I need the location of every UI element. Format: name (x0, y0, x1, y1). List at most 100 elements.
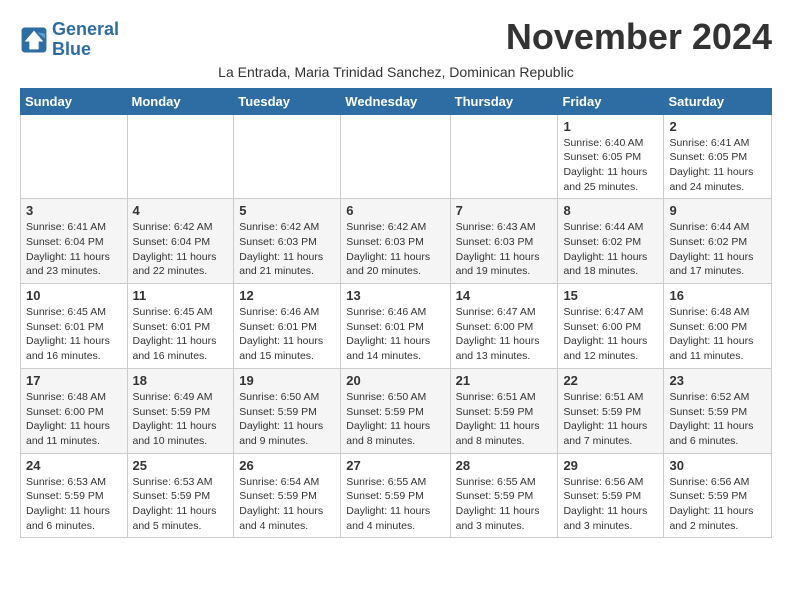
header-day-thursday: Thursday (450, 88, 558, 114)
day-cell: 10Sunrise: 6:45 AM Sunset: 6:01 PM Dayli… (21, 284, 128, 369)
day-number: 29 (563, 458, 658, 473)
header-row: SundayMondayTuesdayWednesdayThursdayFrid… (21, 88, 772, 114)
day-cell: 23 Sunrise: 6:52 AM Sunset: 5:59 PM Dayli… (664, 368, 772, 453)
day-cell: 25Sunrise: 6:53 AM Sunset: 5:59 PM Dayli… (127, 453, 234, 538)
day-cell: 14 Sunrise: 6:47 AM Sunset: 6:00 PM Dayli… (450, 284, 558, 369)
header-day-saturday: Saturday (664, 88, 772, 114)
day-number: 1 (563, 119, 658, 134)
month-title: November 2024 (506, 16, 772, 58)
day-cell (450, 114, 558, 199)
day-number: 15 (563, 288, 658, 303)
day-info: Sunrise: 6:46 AM Sunset: 6:01 PM Dayligh… (239, 305, 335, 364)
day-cell: 4Sunrise: 6:42 AM Sunset: 6:04 PM Daylig… (127, 199, 234, 284)
day-number: 4 (133, 203, 229, 218)
day-cell: 17 Sunrise: 6:48 AM Sunset: 6:00 PM Dayli… (21, 368, 128, 453)
day-cell: 9 Sunrise: 6:44 AM Sunset: 6:02 PM Daylig… (664, 199, 772, 284)
day-info: Sunrise: 6:42 AM Sunset: 6:03 PM Dayligh… (239, 220, 335, 279)
day-cell: 3 Sunrise: 6:41 AM Sunset: 6:04 PM Daylig… (21, 199, 128, 284)
day-info: Sunrise: 6:49 AM Sunset: 5:59 PM Dayligh… (133, 390, 229, 449)
day-info: Sunrise: 6:53 AM Sunset: 5:59 PM Dayligh… (26, 475, 122, 534)
day-number: 23 (669, 373, 766, 388)
day-cell: 24Sunrise: 6:53 AM Sunset: 5:59 PM Dayli… (21, 453, 128, 538)
week-row-4: 24Sunrise: 6:53 AM Sunset: 5:59 PM Dayli… (21, 453, 772, 538)
day-cell: 11 Sunrise: 6:45 AM Sunset: 6:01 PM Dayli… (127, 284, 234, 369)
day-number: 11 (133, 288, 229, 303)
day-info: Sunrise: 6:45 AM Sunset: 6:01 PM Dayligh… (133, 305, 229, 364)
day-cell: 1 Sunrise: 6:40 AM Sunset: 6:05 PM Daylig… (558, 114, 664, 199)
logo-line2: Blue (52, 39, 91, 59)
day-number: 14 (456, 288, 553, 303)
day-number: 18 (133, 373, 229, 388)
day-number: 27 (346, 458, 444, 473)
day-info: Sunrise: 6:46 AM Sunset: 6:01 PM Dayligh… (346, 305, 444, 364)
day-cell: 22 Sunrise: 6:51 AM Sunset: 5:59 PM Dayli… (558, 368, 664, 453)
day-number: 22 (563, 373, 658, 388)
day-cell: 12 Sunrise: 6:46 AM Sunset: 6:01 PM Dayli… (234, 284, 341, 369)
day-number: 13 (346, 288, 444, 303)
day-number: 8 (563, 203, 658, 218)
header: General Blue November 2024 (20, 16, 772, 60)
day-cell: 30 Sunrise: 6:56 AM Sunset: 5:59 PM Dayli… (664, 453, 772, 538)
header-day-wednesday: Wednesday (341, 88, 450, 114)
day-info: Sunrise: 6:45 AM Sunset: 6:01 PM Dayligh… (26, 305, 122, 364)
day-info: Sunrise: 6:42 AM Sunset: 6:03 PM Dayligh… (346, 220, 444, 279)
day-info: Sunrise: 6:41 AM Sunset: 6:04 PM Dayligh… (26, 220, 122, 279)
day-number: 17 (26, 373, 122, 388)
day-info: Sunrise: 6:51 AM Sunset: 5:59 PM Dayligh… (563, 390, 658, 449)
day-info: Sunrise: 6:52 AM Sunset: 5:59 PM Dayligh… (669, 390, 766, 449)
day-number: 2 (669, 119, 766, 134)
day-number: 5 (239, 203, 335, 218)
header-day-monday: Monday (127, 88, 234, 114)
logo-icon (20, 26, 48, 54)
day-cell: 19Sunrise: 6:50 AM Sunset: 5:59 PM Dayli… (234, 368, 341, 453)
day-info: Sunrise: 6:54 AM Sunset: 5:59 PM Dayligh… (239, 475, 335, 534)
day-cell (234, 114, 341, 199)
day-number: 3 (26, 203, 122, 218)
day-cell: 15 Sunrise: 6:47 AM Sunset: 6:00 PM Dayli… (558, 284, 664, 369)
day-cell: 5 Sunrise: 6:42 AM Sunset: 6:03 PM Daylig… (234, 199, 341, 284)
day-cell: 29 Sunrise: 6:56 AM Sunset: 5:59 PM Dayli… (558, 453, 664, 538)
day-info: Sunrise: 6:44 AM Sunset: 6:02 PM Dayligh… (563, 220, 658, 279)
day-info: Sunrise: 6:40 AM Sunset: 6:05 PM Dayligh… (563, 136, 658, 195)
day-cell: 7Sunrise: 6:43 AM Sunset: 6:03 PM Daylig… (450, 199, 558, 284)
day-number: 30 (669, 458, 766, 473)
day-cell: 20 Sunrise: 6:50 AM Sunset: 5:59 PM Dayli… (341, 368, 450, 453)
day-cell: 16 Sunrise: 6:48 AM Sunset: 6:00 PM Dayli… (664, 284, 772, 369)
day-info: Sunrise: 6:56 AM Sunset: 5:59 PM Dayligh… (563, 475, 658, 534)
day-info: Sunrise: 6:48 AM Sunset: 6:00 PM Dayligh… (669, 305, 766, 364)
day-cell: 26Sunrise: 6:54 AM Sunset: 5:59 PM Dayli… (234, 453, 341, 538)
calendar-body: 1 Sunrise: 6:40 AM Sunset: 6:05 PM Daylig… (21, 114, 772, 538)
day-number: 21 (456, 373, 553, 388)
day-info: Sunrise: 6:41 AM Sunset: 6:05 PM Dayligh… (669, 136, 766, 195)
day-number: 20 (346, 373, 444, 388)
day-info: Sunrise: 6:51 AM Sunset: 5:59 PM Dayligh… (456, 390, 553, 449)
day-info: Sunrise: 6:56 AM Sunset: 5:59 PM Dayligh… (669, 475, 766, 534)
day-cell: 8 Sunrise: 6:44 AM Sunset: 6:02 PM Daylig… (558, 199, 664, 284)
day-cell (341, 114, 450, 199)
subtitle: La Entrada, Maria Trinidad Sanchez, Domi… (20, 64, 772, 80)
logo-line1: General (52, 19, 119, 39)
header-day-sunday: Sunday (21, 88, 128, 114)
day-info: Sunrise: 6:47 AM Sunset: 6:00 PM Dayligh… (456, 305, 553, 364)
day-number: 28 (456, 458, 553, 473)
day-number: 25 (133, 458, 229, 473)
day-info: Sunrise: 6:50 AM Sunset: 5:59 PM Dayligh… (346, 390, 444, 449)
day-cell: 28 Sunrise: 6:55 AM Sunset: 5:59 PM Dayli… (450, 453, 558, 538)
day-info: Sunrise: 6:47 AM Sunset: 6:00 PM Dayligh… (563, 305, 658, 364)
week-row-3: 17 Sunrise: 6:48 AM Sunset: 6:00 PM Dayli… (21, 368, 772, 453)
day-number: 7 (456, 203, 553, 218)
week-row-2: 10Sunrise: 6:45 AM Sunset: 6:01 PM Dayli… (21, 284, 772, 369)
day-number: 9 (669, 203, 766, 218)
day-info: Sunrise: 6:55 AM Sunset: 5:59 PM Dayligh… (456, 475, 553, 534)
day-cell: 27Sunrise: 6:55 AM Sunset: 5:59 PM Dayli… (341, 453, 450, 538)
calendar: SundayMondayTuesdayWednesdayThursdayFrid… (20, 88, 772, 539)
header-day-friday: Friday (558, 88, 664, 114)
day-cell: 18 Sunrise: 6:49 AM Sunset: 5:59 PM Dayli… (127, 368, 234, 453)
day-number: 12 (239, 288, 335, 303)
day-number: 16 (669, 288, 766, 303)
day-info: Sunrise: 6:44 AM Sunset: 6:02 PM Dayligh… (669, 220, 766, 279)
day-cell (127, 114, 234, 199)
header-day-tuesday: Tuesday (234, 88, 341, 114)
day-info: Sunrise: 6:48 AM Sunset: 6:00 PM Dayligh… (26, 390, 122, 449)
day-number: 6 (346, 203, 444, 218)
